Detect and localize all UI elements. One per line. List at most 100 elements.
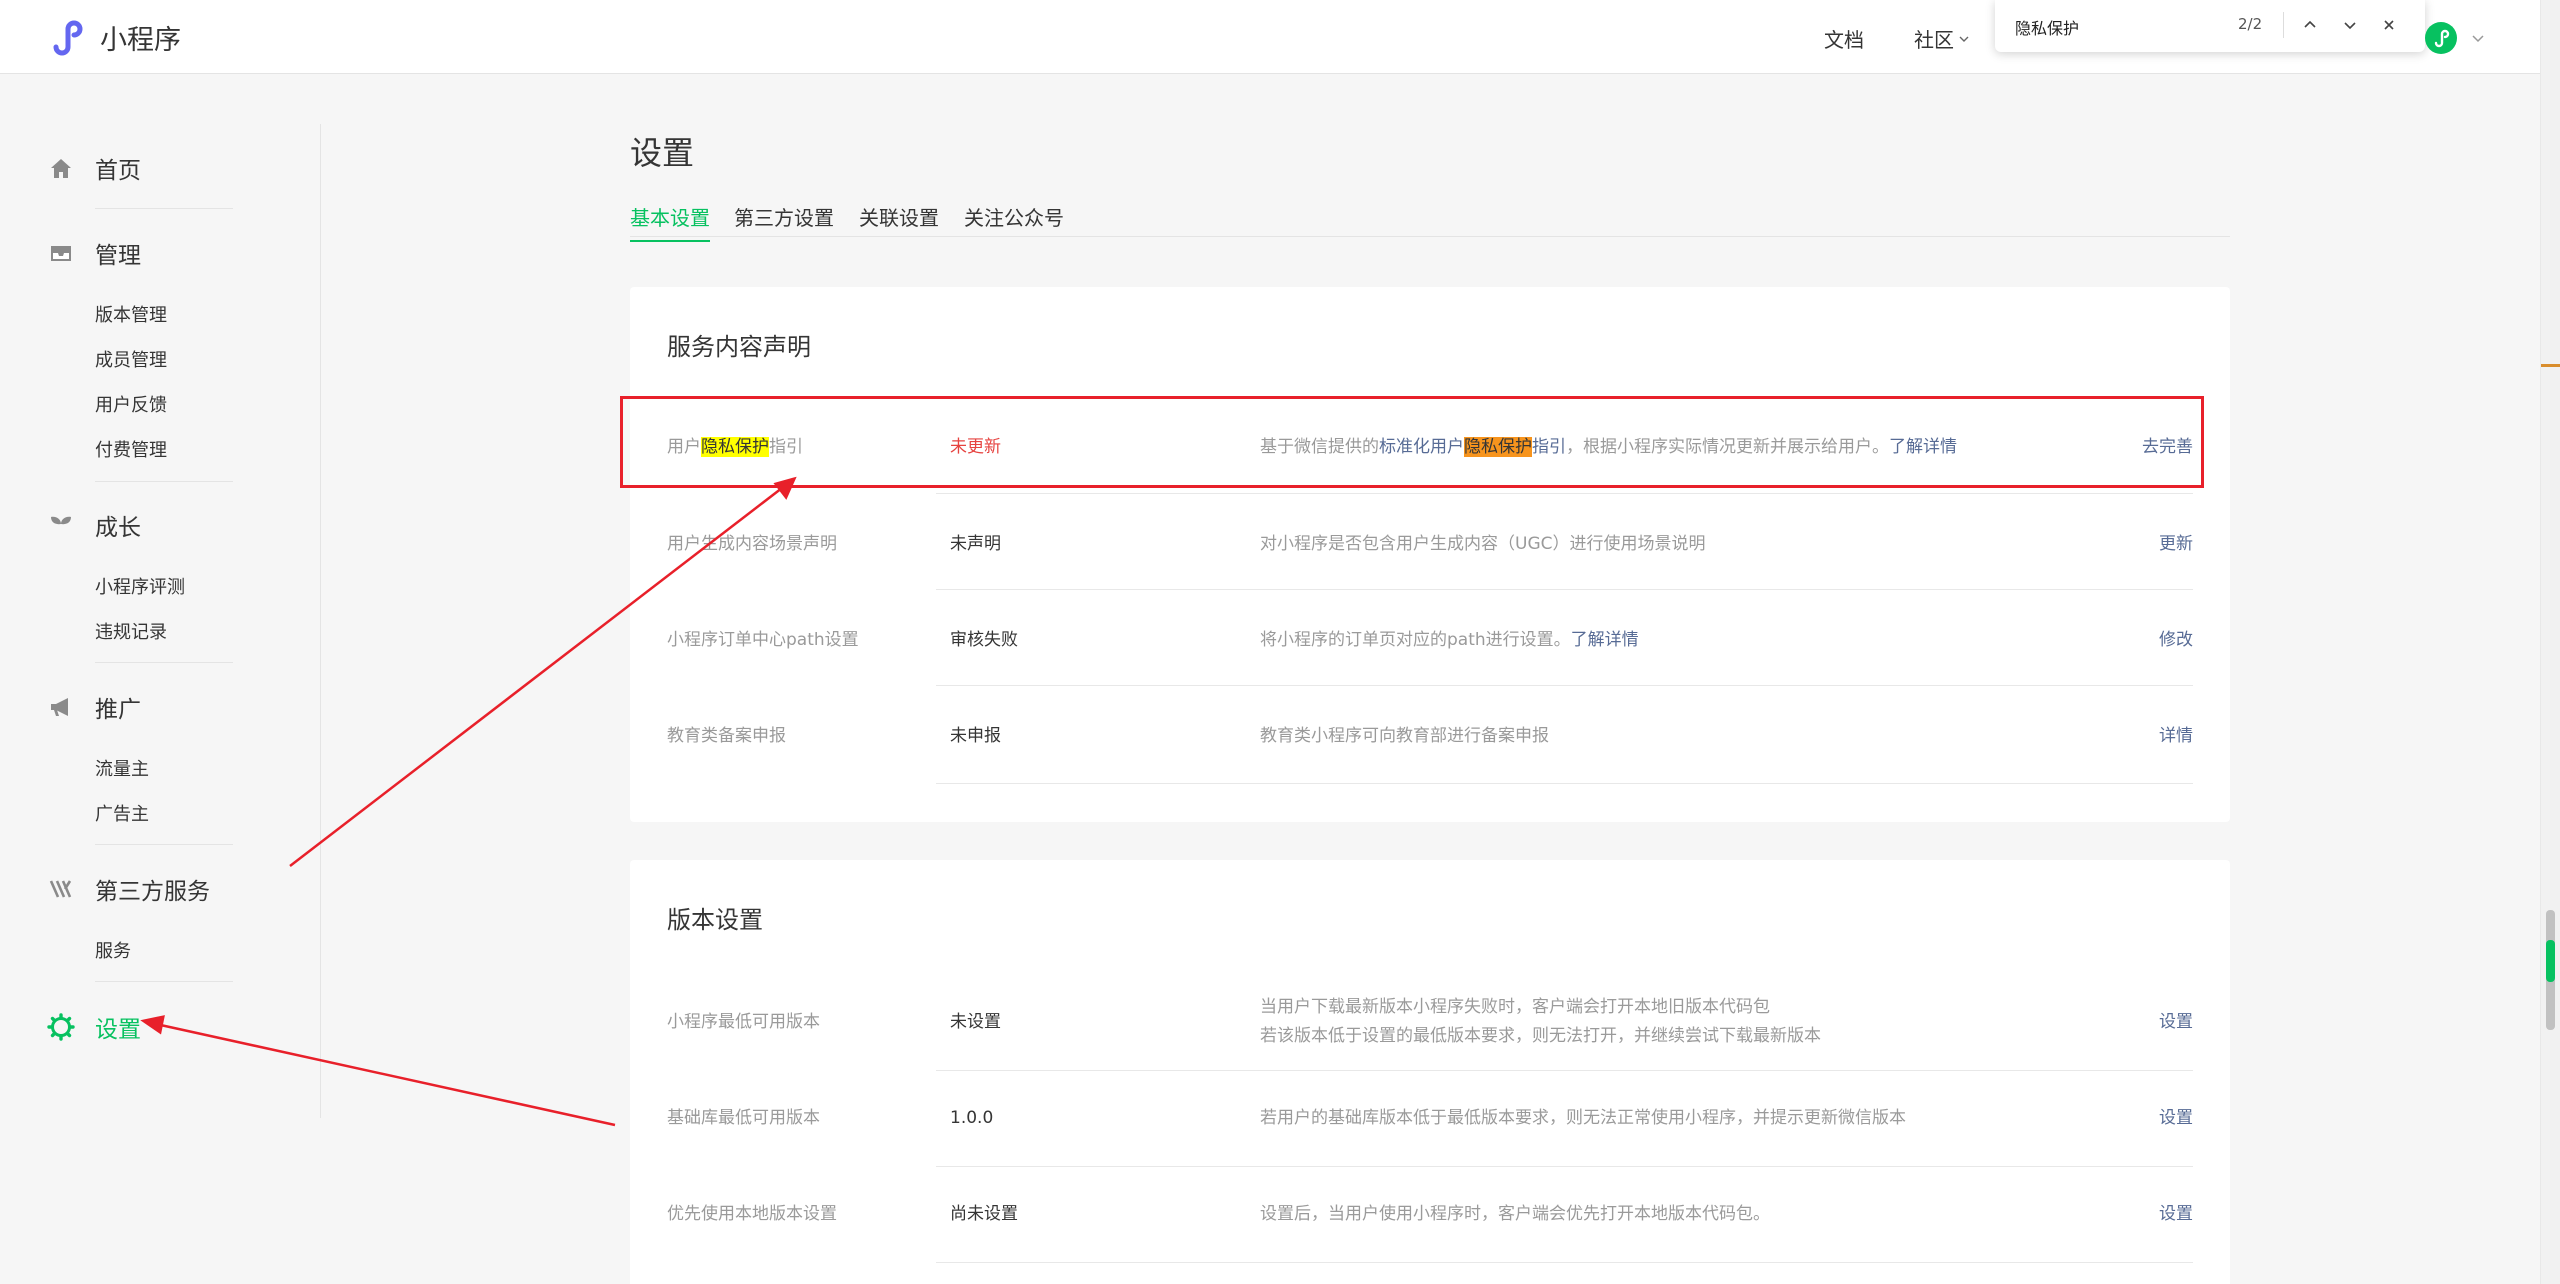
chevron-down-icon	[1959, 36, 1969, 42]
row-divider	[936, 685, 2193, 686]
sidebar-item-promote[interactable]: 推广	[47, 690, 141, 724]
find-close-button[interactable]	[2376, 12, 2402, 38]
status-badge: 1.0.0	[950, 1108, 994, 1128]
set-button[interactable]: 设置	[2159, 1106, 2193, 1130]
annotation-highlight-box	[620, 396, 2204, 488]
sidebar-subitem-feedback[interactable]: 用户反馈	[95, 391, 167, 417]
tab-third-party[interactable]: 第三方设置	[734, 202, 834, 240]
sidebar-item-manage[interactable]: 管理	[47, 236, 141, 270]
megaphone-icon	[47, 693, 75, 721]
logo-text: 小程序	[100, 24, 181, 56]
learn-more-link[interactable]: 了解详情	[1571, 630, 1639, 650]
find-in-page-bar: 隐私保护 2/2	[1995, 0, 2425, 52]
scrollbar-find-current-marker	[2546, 940, 2555, 982]
gear-icon	[47, 1013, 75, 1041]
sprout-icon	[47, 511, 75, 539]
sidebar-subitem-violations[interactable]: 违规记录	[95, 618, 167, 644]
settings-tabs: 基本设置 第三方设置 关联设置 关注公众号	[630, 200, 2230, 242]
sidebar-item-label: 首页	[95, 158, 141, 184]
sidebar-divider	[95, 481, 233, 482]
sidebar-item-label: 设置	[95, 1017, 141, 1043]
find-previous-button[interactable]	[2297, 12, 2323, 38]
tab-follow-account[interactable]: 关注公众号	[964, 202, 1064, 240]
row-divider	[936, 589, 2193, 590]
row-description: 将小程序的订单页对应的path进行设置。了解详情	[1260, 630, 1639, 650]
sidebar-item-label: 管理	[95, 243, 141, 269]
top-bar: 小程序 文档 社区 隐私保护 2/2	[0, 0, 2540, 74]
sidebar-subitem-review[interactable]: 小程序评测	[95, 573, 185, 599]
nav-docs[interactable]: 文档	[1824, 24, 1864, 53]
row-name: 小程序订单中心path设置	[667, 630, 859, 650]
find-next-button[interactable]	[2337, 12, 2363, 38]
logo[interactable]: 小程序	[48, 17, 181, 57]
update-button[interactable]: 更新	[2159, 532, 2193, 556]
status-badge: 未设置	[950, 1012, 1001, 1032]
mini-program-logo-icon	[2434, 29, 2450, 48]
status-badge: 审核失败	[950, 630, 1018, 650]
row-name: 优先使用本地版本设置	[667, 1204, 837, 1224]
find-separator	[2283, 12, 2284, 38]
scrollbar[interactable]	[2540, 0, 2560, 1284]
section-title: 版本设置	[667, 906, 763, 934]
sidebar-item-label: 推广	[95, 697, 141, 723]
sidebar-subitem-publisher[interactable]: 流量主	[95, 755, 149, 781]
sidebar-subitem-members[interactable]: 成员管理	[95, 346, 167, 372]
row-description: 教育类小程序可向教育部进行备案申报	[1260, 726, 1549, 746]
third-party-icon	[47, 875, 75, 903]
sidebar-divider	[95, 844, 233, 845]
account-chevron-down-icon[interactable]	[2471, 31, 2485, 45]
sidebar-item-settings[interactable]: 设置	[47, 1010, 141, 1044]
row-description: 设置后，当用户使用小程序时，客户端会优先打开本地版本代码包。	[1260, 1204, 1770, 1224]
sidebar-subitem-version[interactable]: 版本管理	[95, 301, 167, 327]
status-badge: 未声明	[950, 534, 1001, 554]
section-title: 服务内容声明	[667, 333, 811, 361]
home-icon	[47, 154, 75, 182]
tab-basic[interactable]: 基本设置	[630, 202, 710, 242]
avatar[interactable]	[2425, 22, 2457, 54]
inbox-icon	[47, 239, 75, 267]
sidebar-divider	[95, 208, 233, 209]
row-divider	[936, 1262, 2193, 1263]
sidebar-item-label: 成长	[95, 515, 141, 541]
row-divider	[936, 783, 2193, 784]
find-input[interactable]: 隐私保护	[2015, 15, 2079, 39]
service-declaration-card: 服务内容声明 用户隐私保护指引 未更新 基于微信提供的标准化用户隐私保护指引，根…	[630, 287, 2230, 822]
set-button[interactable]: 设置	[2159, 1202, 2193, 1226]
row-name: 教育类备案申报	[667, 726, 786, 746]
sidebar-divider	[320, 124, 321, 1118]
status-badge: 尚未设置	[950, 1204, 1018, 1224]
tab-association[interactable]: 关联设置	[859, 202, 939, 240]
status-badge: 未申报	[950, 726, 1001, 746]
row-description: 若用户的基础库版本低于最低版本要求，则无法正常使用小程序，并提示更新微信版本	[1260, 1108, 1906, 1128]
row-description: 当用户下载最新版本小程序失败时，客户端会打开本地旧版本代码包 若该版本低于设置的最…	[1260, 997, 1821, 1046]
row-name: 用户生成内容场景声明	[667, 534, 837, 554]
sidebar-divider	[95, 981, 233, 982]
sidebar-item-home[interactable]: 首页	[47, 151, 141, 185]
sidebar-subitem-advertiser[interactable]: 广告主	[95, 800, 149, 826]
sidebar-item-growth[interactable]: 成长	[47, 508, 141, 542]
close-icon	[2384, 20, 2394, 30]
find-match-count: 2/2	[2238, 15, 2263, 33]
sidebar-subitem-billing[interactable]: 付费管理	[95, 436, 167, 462]
row-divider	[936, 493, 2193, 494]
nav-community-label: 社区	[1914, 28, 1954, 52]
sidebar-subitem-services[interactable]: 服务	[95, 937, 131, 963]
row-divider	[936, 1070, 2193, 1071]
annotation-arrow	[140, 1015, 616, 1127]
chevron-down-icon	[2344, 22, 2356, 30]
nav-community[interactable]: 社区	[1914, 24, 1970, 53]
details-button[interactable]: 详情	[2159, 724, 2193, 748]
row-divider	[936, 1166, 2193, 1167]
version-settings-card: 版本设置 小程序最低可用版本 未设置 当用户下载最新版本小程序失败时，客户端会打…	[630, 860, 2230, 1284]
nav-docs-label: 文档	[1824, 28, 1864, 52]
set-button[interactable]: 设置	[2159, 1010, 2193, 1034]
sidebar-divider	[95, 662, 233, 663]
row-name: 基础库最低可用版本	[667, 1108, 820, 1128]
chevron-up-icon	[2304, 20, 2316, 28]
modify-button[interactable]: 修改	[2159, 628, 2193, 652]
sidebar-item-third-party[interactable]: 第三方服务	[47, 872, 210, 906]
row-name: 小程序最低可用版本	[667, 1012, 820, 1032]
sidebar-item-label: 第三方服务	[95, 879, 210, 905]
row-description: 对小程序是否包含用户生成内容（UGC）进行使用场景说明	[1260, 534, 1706, 554]
mini-program-logo-icon	[53, 20, 83, 56]
